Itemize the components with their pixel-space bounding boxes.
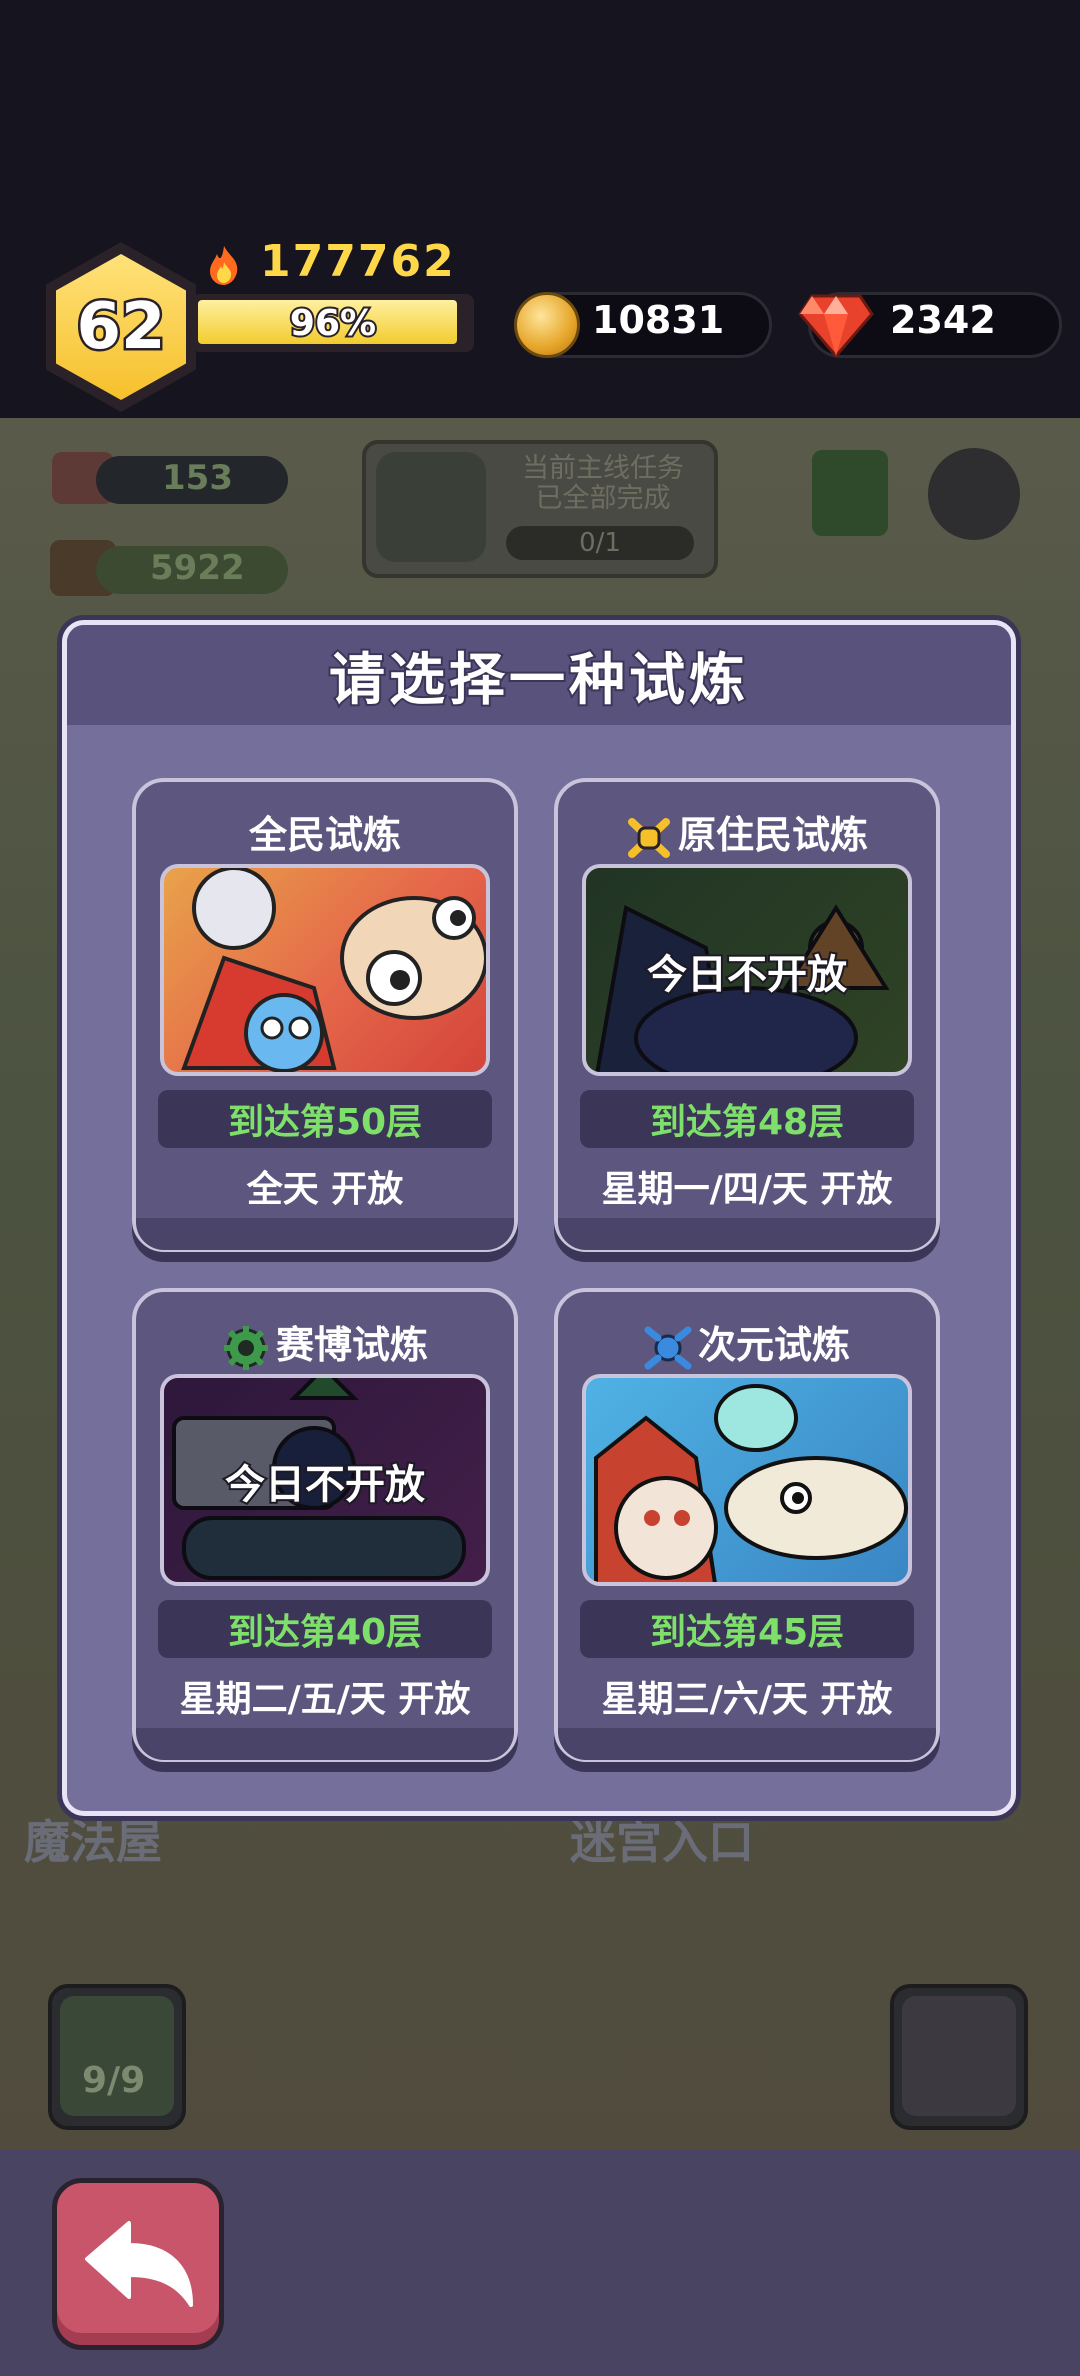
card-requirement: 到达第50层 <box>158 1090 492 1148</box>
card-schedule: 星期三/六/天 开放 <box>601 1679 893 1720</box>
character-art <box>594 1384 908 1582</box>
slot-count: 9/9 <box>82 2060 146 2101</box>
closed-today-label: 今日不开放 <box>645 950 849 1000</box>
modal-title: 请选择一种试炼 <box>327 646 749 715</box>
dimension-icon <box>644 1326 692 1369</box>
level-number: 62 <box>74 288 168 367</box>
sword-icon <box>902 1996 1016 2116</box>
closed-today-label: 今日不开放 <box>223 1460 427 1510</box>
meat-value: 153 <box>162 458 233 498</box>
card-schedule: 星期二/五/天 开放 <box>179 1679 471 1720</box>
gem-value: 2342 <box>890 298 996 342</box>
card-requirement: 到达第45层 <box>580 1600 914 1658</box>
card-title-text: 次元试炼 <box>697 1323 850 1367</box>
character-art <box>181 868 486 1072</box>
quest-title: 当前主线任务 已全部完成 <box>498 454 708 514</box>
quest-progress: 0/1 <box>506 526 694 560</box>
settings-gear-icon[interactable] <box>928 448 1020 540</box>
gear-icon <box>223 1325 268 1370</box>
back-arrow-icon <box>85 2221 193 2307</box>
gem-icon <box>798 294 874 358</box>
card-base <box>136 1728 514 1760</box>
card-base <box>558 1728 936 1760</box>
power-value: 177762 <box>260 236 456 287</box>
xp-percent: 96% <box>288 301 378 346</box>
quest-title-line2: 已全部完成 <box>535 483 671 514</box>
card-title-text: 全民试炼 <box>248 813 401 857</box>
coin-value: 10831 <box>592 298 725 342</box>
card-title-text: 原住民试炼 <box>677 813 868 857</box>
card-title: 原住民试炼 <box>554 804 940 859</box>
back-button[interactable] <box>52 2178 224 2350</box>
trial-image-all <box>160 864 490 1076</box>
quest-title-line1: 当前主线任务 <box>522 453 684 484</box>
card-title: 全民试炼 <box>132 804 518 859</box>
card-title-text: 赛博试炼 <box>275 1323 428 1367</box>
card-title: 赛博试炼 <box>132 1314 518 1372</box>
card-schedule: 星期一/四/天 开放 <box>601 1169 893 1210</box>
trial-image-dimension <box>582 1374 912 1586</box>
card-requirement: 到达第48层 <box>580 1090 914 1148</box>
crossbones-icon <box>627 817 670 858</box>
card-title: 次元试炼 <box>554 1314 940 1370</box>
book-icon[interactable] <box>812 450 888 536</box>
card-base <box>558 1218 936 1250</box>
card-requirement: 到达第40层 <box>158 1600 492 1658</box>
card-schedule: 全天 开放 <box>246 1169 404 1210</box>
flame-icon <box>210 246 238 285</box>
quest-icon <box>376 452 486 562</box>
coin-icon <box>514 292 580 358</box>
wood-value: 5922 <box>150 548 245 588</box>
card-base <box>136 1218 514 1250</box>
